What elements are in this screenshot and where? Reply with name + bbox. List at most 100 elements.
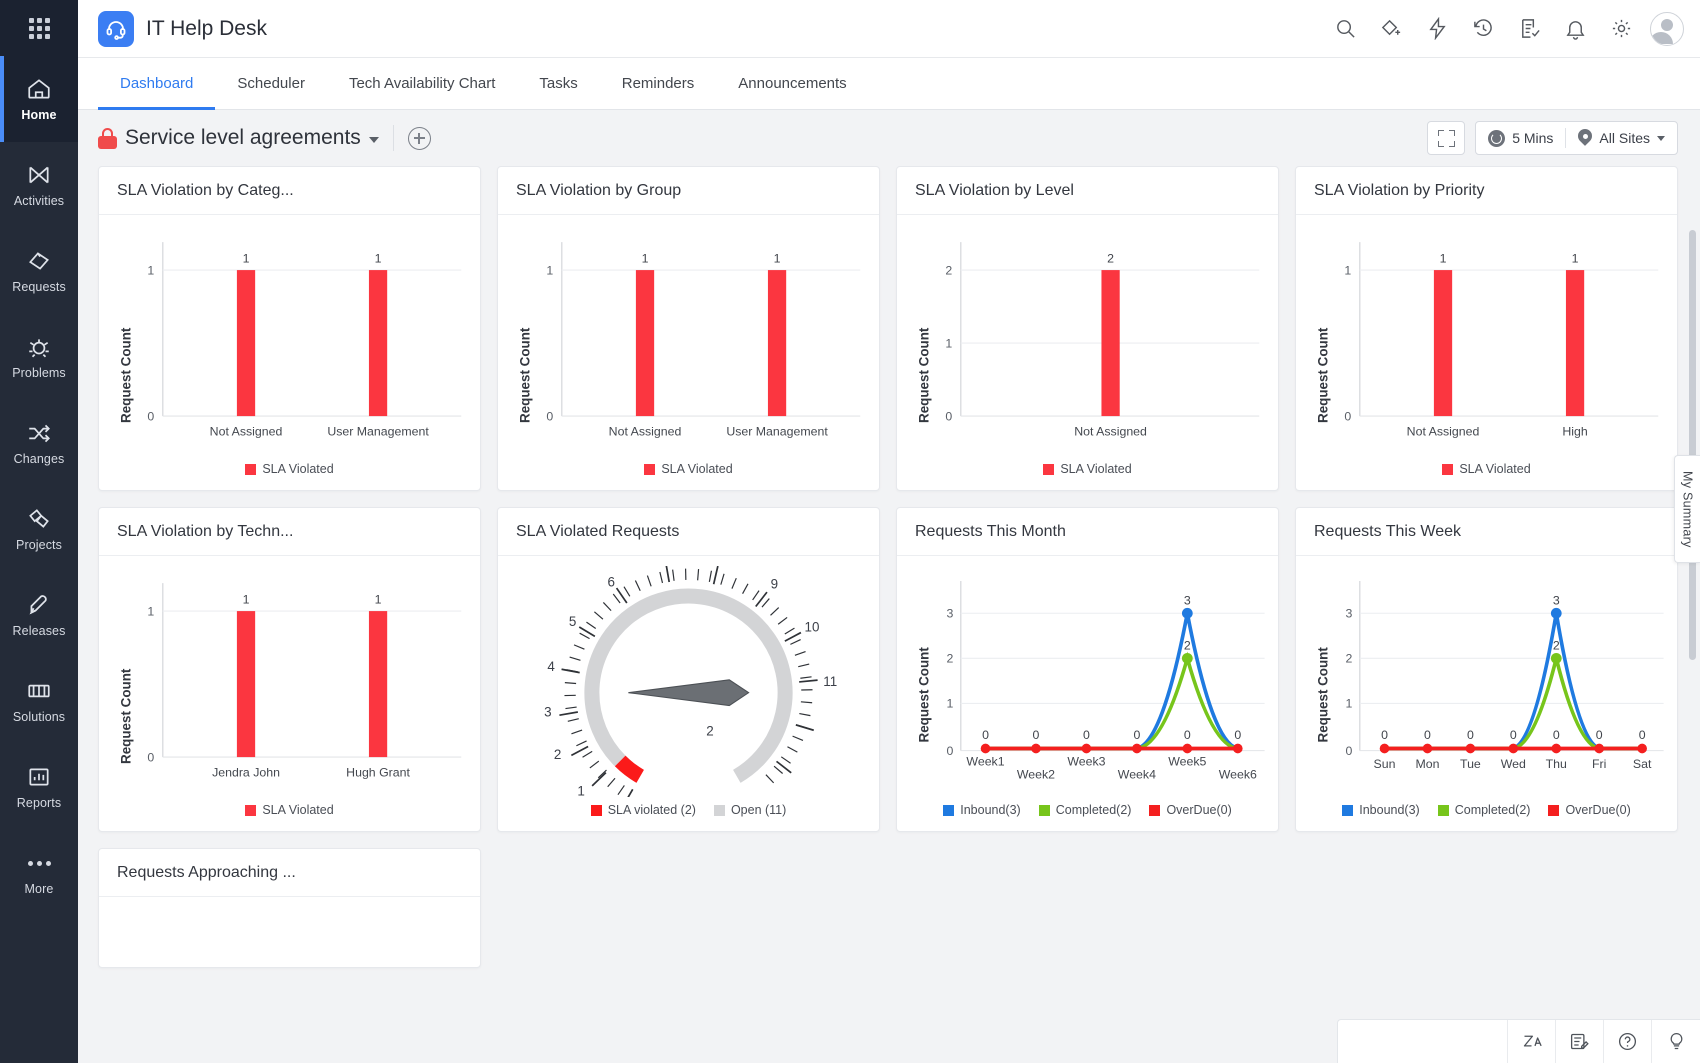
bottom-input-field[interactable] <box>1338 1020 1508 1063</box>
search-icon[interactable] <box>1333 16 1358 41</box>
refresh-interval-button[interactable]: 5 Mins <box>1476 121 1565 155</box>
app-logo[interactable] <box>98 11 134 47</box>
svg-text:0: 0 <box>946 744 953 758</box>
legend-item[interactable]: SLA Violated <box>245 462 333 476</box>
svg-text:0: 0 <box>1467 728 1474 742</box>
settings-gear-icon[interactable] <box>1609 16 1634 41</box>
sidebar-item-label: More <box>25 882 54 896</box>
svg-text:0: 0 <box>1596 728 1603 742</box>
legend-item[interactable]: Completed(2) <box>1039 803 1132 817</box>
svg-text:1: 1 <box>147 263 154 277</box>
zia-assistant-button[interactable] <box>1508 1020 1556 1063</box>
legend-item[interactable]: Inbound(3) <box>943 803 1020 817</box>
tab-tasks[interactable]: Tasks <box>517 58 599 109</box>
site-filter-button[interactable]: All Sites <box>1566 121 1677 155</box>
left-sidebar: Home Activities Requests Problems <box>0 0 78 1063</box>
legend-label: Completed(2) <box>1455 803 1531 817</box>
sidebar-item-problems[interactable]: Problems <box>0 314 78 400</box>
widget-title: Requests This Week <box>1296 508 1677 556</box>
svg-text:0: 0 <box>1553 728 1560 742</box>
sidebar-item-solutions[interactable]: Solutions <box>0 658 78 744</box>
svg-text:0: 0 <box>1344 409 1351 423</box>
widget-title: SLA Violation by Level <box>897 167 1278 215</box>
legend-item[interactable]: SLA violated (2) <box>591 803 696 817</box>
legend-item[interactable]: SLA Violated <box>1442 462 1530 476</box>
legend-item[interactable]: Completed(2) <box>1438 803 1531 817</box>
quick-actions-icon[interactable] <box>1425 16 1450 41</box>
legend-item[interactable]: SLA Violated <box>1043 462 1131 476</box>
feedback-button[interactable] <box>1652 1020 1700 1063</box>
sidebar-item-changes[interactable]: Changes <box>0 400 78 486</box>
legend-label: Inbound(3) <box>1359 803 1419 817</box>
widget-sla-violated-requests: SLA Violated Requests <box>497 507 880 832</box>
legend-item[interactable]: OverDue(0) <box>1149 803 1231 817</box>
bar-chart-technician[interactable]: Request Count 1 0 1 1 Jendra John Hugh G… <box>107 566 472 797</box>
bar-chart-group[interactable]: Request Count 1 0 1 1 Not Assigned User … <box>506 225 871 456</box>
svg-text:0: 0 <box>1639 728 1646 742</box>
my-summary-tab[interactable]: My Summary <box>1674 455 1700 563</box>
svg-text:Request Count: Request Count <box>1316 327 1331 423</box>
legend-item[interactable]: Open (11) <box>714 803 786 817</box>
plus-circle-icon[interactable] <box>408 127 431 150</box>
line-chart-requests-this-month[interactable]: Request Count 3 2 1 0 <box>905 566 1270 797</box>
approvals-icon[interactable] <box>1517 16 1542 41</box>
user-avatar[interactable] <box>1650 12 1684 46</box>
sidebar-item-projects[interactable]: Projects <box>0 486 78 572</box>
svg-text:Not Assigned: Not Assigned <box>1074 424 1147 438</box>
svg-text:Week6: Week6 <box>1219 768 1257 782</box>
legend-item[interactable]: SLA Violated <box>245 803 333 817</box>
gauge-chart-sla-violated[interactable]: 0 1 2 3 4 5 6 7 8 9 10 1 <box>506 566 871 797</box>
tab-tech-availability-chart[interactable]: Tech Availability Chart <box>327 58 517 109</box>
sidebar-item-reports[interactable]: Reports <box>0 744 78 830</box>
svg-text:0: 0 <box>147 409 154 423</box>
tab-scheduler[interactable]: Scheduler <box>215 58 327 109</box>
svg-text:1: 1 <box>243 593 250 607</box>
widget-legend: SLA violated (2) Open (11) <box>498 803 879 831</box>
dashboard-content[interactable]: SLA Violation by Categ... Request Count … <box>78 166 1700 1063</box>
sidebar-item-home[interactable]: Home <box>0 56 78 142</box>
bar-chart-priority[interactable]: Request Count 1 0 1 1 Not Assigned High <box>1304 225 1669 456</box>
scrollbar-thumb[interactable] <box>1689 230 1696 660</box>
widget-body <box>99 897 480 967</box>
apps-grid-button[interactable] <box>0 0 78 56</box>
sidebar-item-more[interactable]: More <box>0 830 78 916</box>
chevron-down-icon[interactable] <box>369 137 379 143</box>
svg-text:1: 1 <box>375 593 382 607</box>
page-title: Service level agreements <box>125 126 361 150</box>
notifications-bell-icon[interactable] <box>1563 16 1588 41</box>
sidebar-item-requests[interactable]: Requests <box>0 228 78 314</box>
legend-item[interactable]: SLA Violated <box>644 462 732 476</box>
line-chart-requests-this-week[interactable]: Request Count 3 2 1 0 <box>1304 566 1669 797</box>
svg-text:11: 11 <box>823 674 837 689</box>
main-area: IT Help Desk <box>78 0 1700 1063</box>
svg-text:Sat: Sat <box>1633 757 1652 771</box>
svg-text:0: 0 <box>945 409 952 423</box>
notes-button[interactable] <box>1556 1020 1604 1063</box>
add-ticket-icon[interactable] <box>1379 16 1404 41</box>
content-scrollbar[interactable] <box>1689 230 1696 1023</box>
location-pin-icon <box>1578 129 1592 147</box>
bottom-toolbar <box>1337 1019 1700 1063</box>
svg-text:1: 1 <box>1344 263 1351 277</box>
tab-announcements[interactable]: Announcements <box>716 58 868 109</box>
tab-dashboard[interactable]: Dashboard <box>98 58 215 109</box>
legend-swatch <box>1548 805 1559 816</box>
svg-text:1: 1 <box>946 697 953 711</box>
legend-item[interactable]: OverDue(0) <box>1548 803 1630 817</box>
help-button[interactable] <box>1604 1020 1652 1063</box>
sidebar-item-activities[interactable]: Activities <box>0 142 78 228</box>
bar-chart-level[interactable]: Request Count 2 1 0 2 Not Assigned <box>905 225 1270 456</box>
svg-text:Request Count: Request Count <box>1316 647 1331 743</box>
legend-item[interactable]: Inbound(3) <box>1342 803 1419 817</box>
widget-sla-violation-by-category: SLA Violation by Categ... Request Count … <box>98 166 481 491</box>
widget-body: Request Count 1 0 1 1 Jendra John Hugh G… <box>99 556 480 803</box>
bar-chart-category[interactable]: Request Count 1 0 1 1 Not Assigned User … <box>107 225 472 456</box>
svg-text:1: 1 <box>1572 252 1579 266</box>
history-icon[interactable] <box>1471 16 1496 41</box>
sidebar-item-releases[interactable]: Releases <box>0 572 78 658</box>
widget-title: SLA Violation by Priority <box>1296 167 1677 215</box>
toolbar-pill-group: 5 Mins All Sites <box>1475 121 1678 155</box>
tab-reminders[interactable]: Reminders <box>600 58 717 109</box>
svg-text:0: 0 <box>982 728 989 742</box>
fullscreen-button[interactable] <box>1427 121 1465 155</box>
